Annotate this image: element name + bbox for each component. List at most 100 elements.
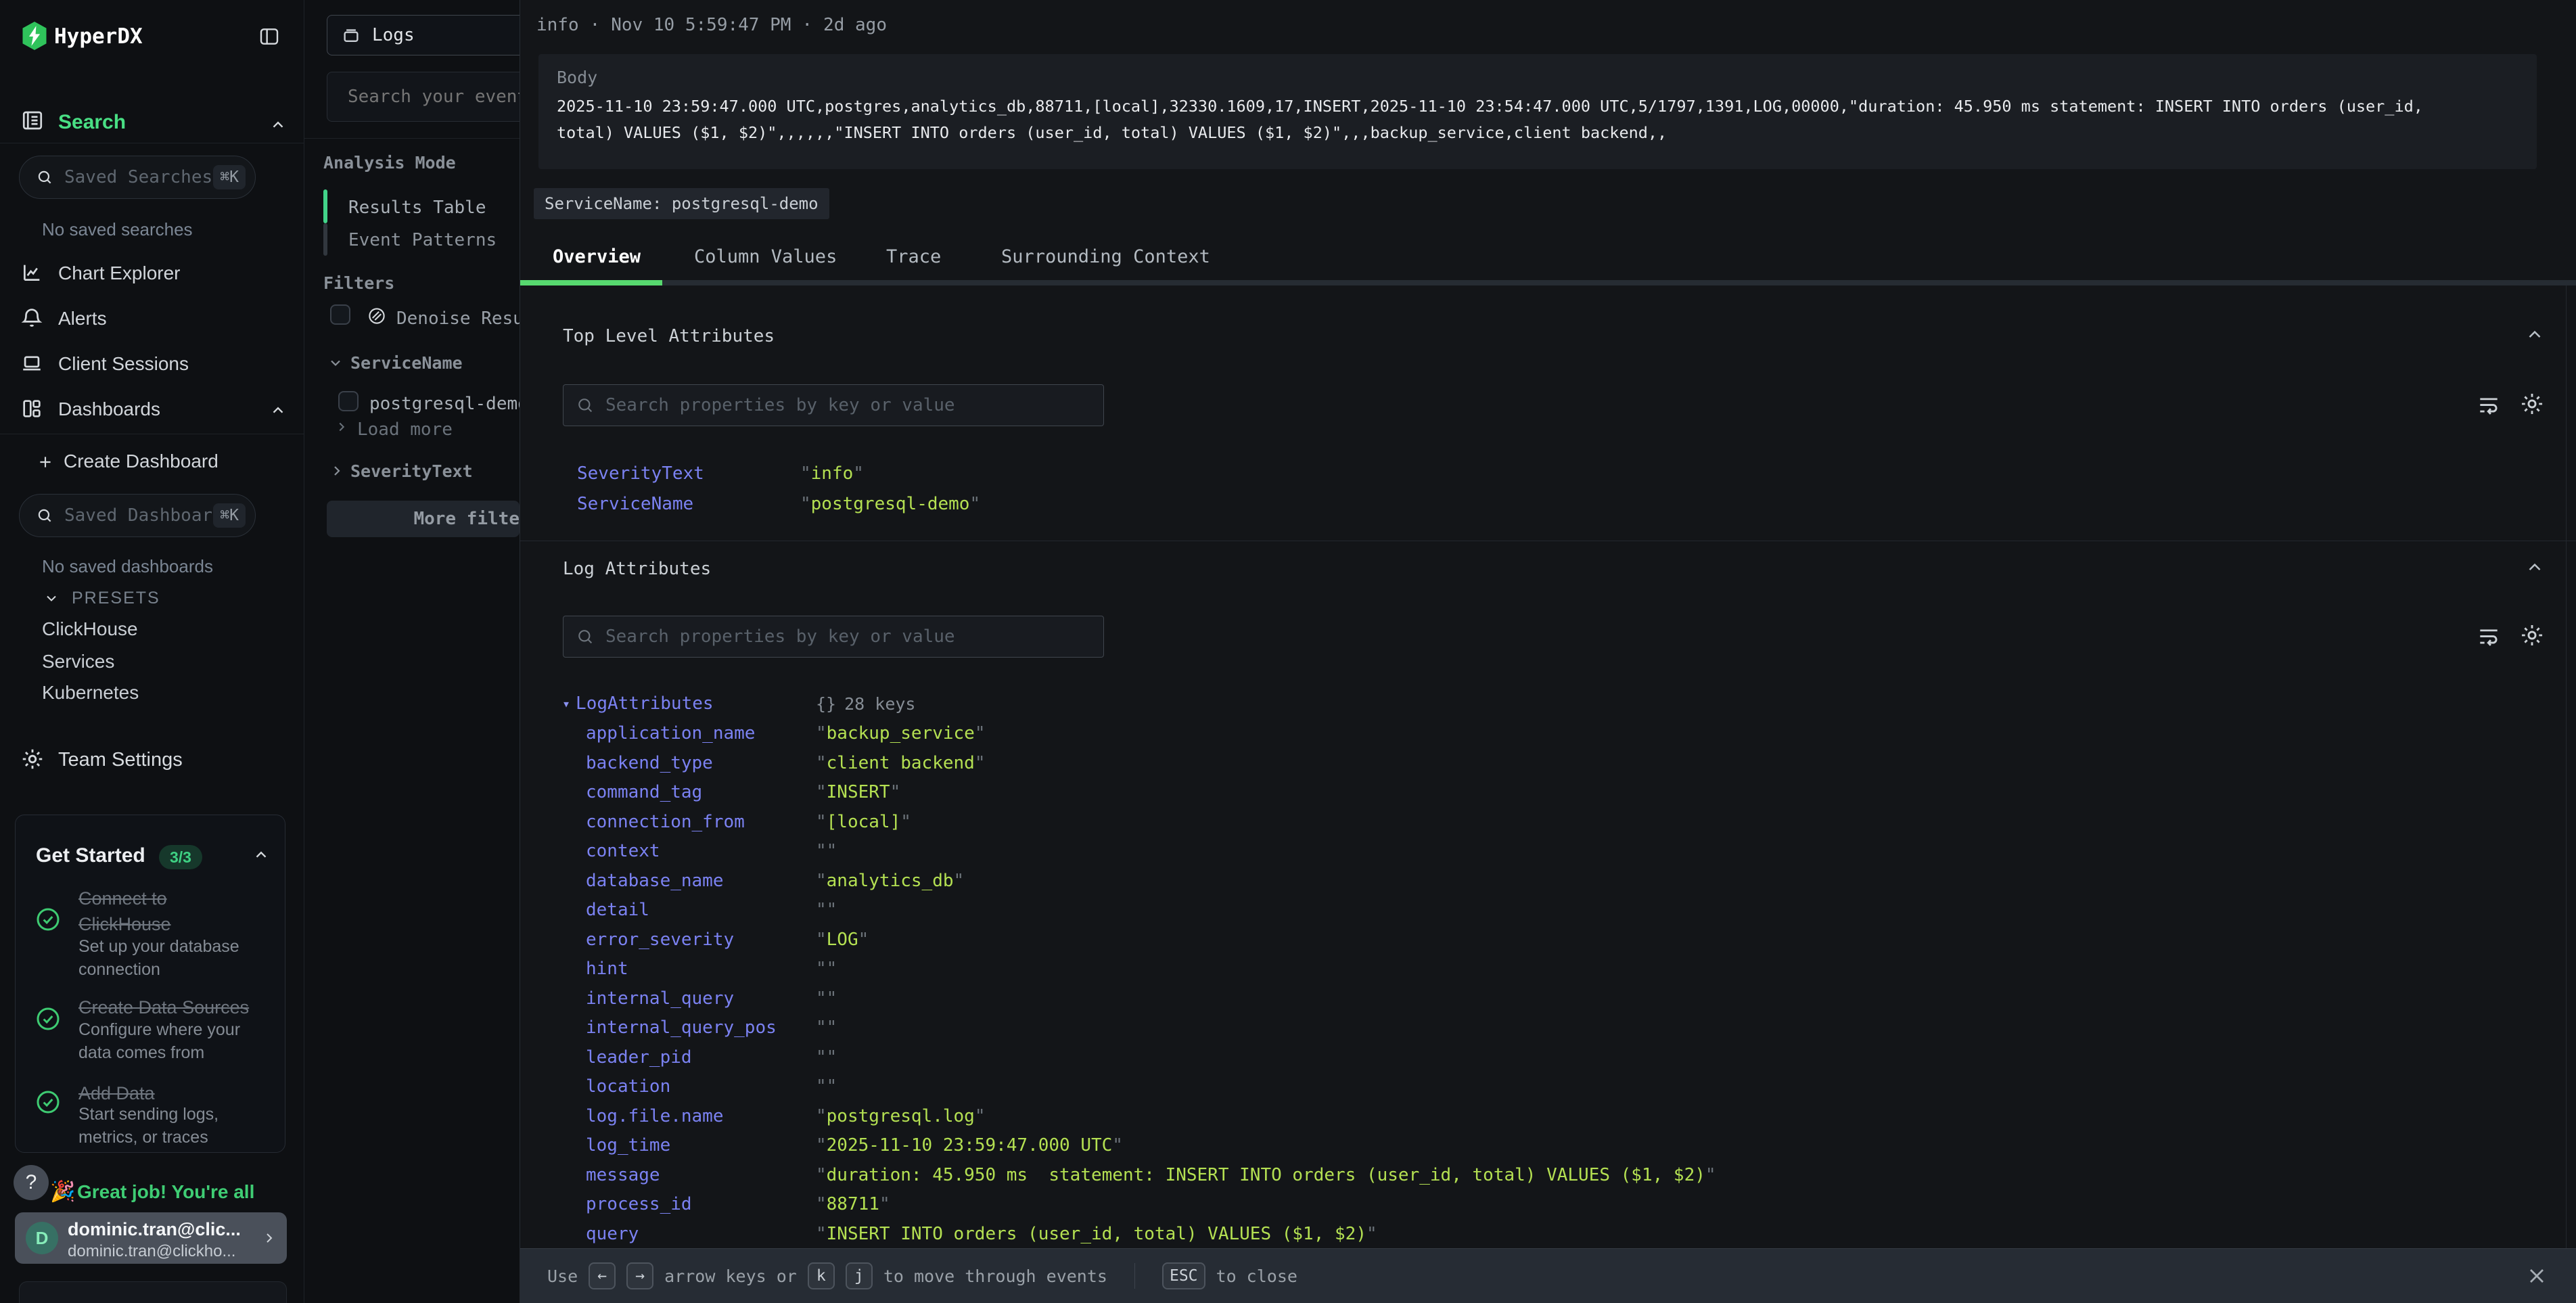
log-attributes-search[interactable] [563, 616, 1104, 658]
help-button[interactable]: ? [14, 1165, 49, 1200]
attribute-value[interactable] [816, 988, 837, 1009]
scrollbar-track[interactable] [2566, 285, 2567, 1248]
attribute-value[interactable]: 88711 [816, 1193, 890, 1215]
attribute-key[interactable]: command_tag [586, 781, 816, 803]
sidebar-item-team-settings[interactable]: Team Settings [58, 749, 183, 771]
postgresql-demo-checkbox[interactable] [338, 391, 359, 411]
preset-clickhouse[interactable]: ClickHouse [42, 618, 138, 640]
attribute-value[interactable] [816, 840, 837, 862]
user-menu[interactable]: D dominic.tran@clic... dominic.tran@clic… [15, 1212, 287, 1264]
attribute-value[interactable] [816, 1076, 837, 1097]
attribute-value[interactable]: postgresql.log [816, 1105, 985, 1127]
close-icon[interactable] [2525, 1264, 2549, 1288]
sidebar-collapse-icon[interactable] [258, 26, 280, 47]
attribute-key[interactable]: location [586, 1076, 816, 1097]
tree-collapse-triangle-icon[interactable]: ▾ [562, 693, 570, 714]
attribute-key[interactable]: error_severity [586, 929, 816, 951]
saved-searches-input[interactable]: ⌘K [19, 156, 256, 199]
attribute-value[interactable]: INSERT INTO orders (user_id, total) VALU… [816, 1223, 1377, 1245]
attribute-value[interactable] [816, 899, 837, 921]
attribute-key[interactable]: message [586, 1164, 816, 1186]
event-search-field[interactable] [346, 86, 520, 108]
section-collapse-chevron-up-icon[interactable] [2525, 557, 2545, 578]
mode-event-patterns[interactable]: Event Patterns [348, 230, 497, 250]
sidebar-item-alerts[interactable]: Alerts [58, 308, 107, 329]
preset-kubernetes[interactable]: Kubernetes [42, 682, 139, 704]
attribute-key[interactable]: leader_pid [586, 1047, 816, 1068]
search-collapse-chevron-up-icon[interactable] [269, 116, 287, 134]
attribute-key[interactable]: context [586, 840, 816, 862]
attribute-key[interactable]: log_time [586, 1135, 816, 1156]
severitytext-group-label[interactable]: SeverityText [350, 461, 473, 481]
attribute-value[interactable]: client backend [816, 752, 985, 774]
attribute-key[interactable]: backend_type [586, 752, 816, 774]
top-level-search-field[interactable] [604, 394, 1103, 416]
sidebar-item-client-sessions[interactable]: Client Sessions [58, 353, 189, 375]
sidebar-item-search[interactable]: Search [58, 111, 126, 134]
get-started-chevron-up-icon[interactable] [252, 846, 270, 864]
dashboards-collapse-chevron-up-icon[interactable] [269, 402, 287, 419]
presets-label[interactable]: PRESETS [72, 589, 160, 608]
attribute-key[interactable]: query [586, 1223, 816, 1245]
attribute-key[interactable]: LogAttributes [576, 693, 714, 714]
attribute-key[interactable]: internal_query [586, 988, 816, 1009]
tab-overview[interactable]: Overview [553, 246, 641, 267]
attribute-key[interactable]: database_name [586, 870, 816, 892]
top-level-search[interactable] [563, 384, 1104, 426]
section-collapse-chevron-up-icon[interactable] [2525, 325, 2545, 345]
attribute-key[interactable]: process_id [586, 1193, 816, 1215]
attribute-key[interactable]: hint [586, 958, 816, 980]
mode-results-table[interactable]: Results Table [348, 198, 486, 218]
severitytext-chevron-right-icon[interactable] [329, 463, 345, 479]
postgresql-demo-label[interactable]: postgresql-demo [369, 394, 520, 414]
denoise-label[interactable]: Denoise Resul [396, 308, 520, 329]
servicename-group-label[interactable]: ServiceName [350, 353, 463, 373]
attribute-value[interactable] [816, 1017, 837, 1038]
load-more-button[interactable]: Load more [357, 419, 453, 440]
attribute-value[interactable]: info [800, 463, 864, 484]
attribute-value[interactable]: 2025-11-10 23:59:47.000 UTC [816, 1135, 1123, 1156]
sidebar-item-chart-explorer[interactable]: Chart Explorer [58, 262, 181, 284]
attribute-value[interactable]: LOG [816, 929, 869, 951]
logo-text: HyperDX [54, 24, 143, 49]
attribute-value[interactable] [816, 1047, 837, 1068]
presets-chevron-down-icon[interactable] [43, 590, 60, 606]
attribute-key[interactable]: ServiceName [577, 493, 800, 515]
sidebar-item-dashboards[interactable]: Dashboards [58, 398, 160, 420]
attribute-key[interactable]: application_name [586, 723, 816, 744]
more-filters-button[interactable]: More filte [327, 501, 520, 537]
create-dashboard-button[interactable]: Create Dashboard [64, 451, 218, 472]
denoise-checkbox[interactable] [330, 304, 350, 325]
attribute-value[interactable]: backup_service [816, 723, 985, 744]
servicename-tag[interactable]: ServiceName: postgresql-demo [534, 188, 829, 219]
tab-trace[interactable]: Trace [886, 246, 941, 267]
servicename-chevron-down-icon[interactable] [327, 355, 344, 371]
attribute-value[interactable]: analytics_db [816, 870, 964, 892]
load-more-chevron-right-icon[interactable] [334, 419, 349, 434]
wrap-lines-icon[interactable] [2476, 391, 2502, 417]
attribute-key[interactable]: log.file.name [586, 1105, 816, 1127]
log-attributes-search-field[interactable] [604, 626, 1103, 647]
attribute-value[interactable]: postgresql-demo [800, 493, 980, 515]
event-search-input[interactable] [327, 72, 520, 122]
saved-searches-field[interactable] [63, 166, 213, 188]
denoise-icon [367, 306, 387, 326]
gear-icon[interactable] [2519, 391, 2545, 417]
attribute-value[interactable] [816, 958, 837, 980]
saved-dashboards-field[interactable] [63, 505, 213, 526]
tab-column-values[interactable]: Column Values [694, 246, 837, 267]
source-select[interactable]: Logs [327, 15, 520, 55]
preset-services[interactable]: Services [42, 651, 114, 672]
saved-dashboards-input[interactable]: ⌘K [19, 494, 256, 537]
attribute-value[interactable]: INSERT [816, 781, 900, 803]
tab-surrounding-context[interactable]: Surrounding Context [1001, 246, 1210, 267]
gear-icon[interactable] [2519, 622, 2545, 648]
bottom-partial-card[interactable] [19, 1281, 287, 1303]
attribute-key[interactable]: detail [586, 899, 816, 921]
attribute-key[interactable]: SeverityText [577, 463, 800, 484]
attribute-key[interactable]: internal_query_pos [586, 1017, 816, 1038]
attribute-value[interactable]: duration: 45.950 ms statement: INSERT IN… [816, 1164, 1716, 1186]
attribute-value[interactable]: [local] [816, 811, 911, 833]
attribute-key[interactable]: connection_from [586, 811, 816, 833]
wrap-lines-icon[interactable] [2476, 622, 2502, 648]
